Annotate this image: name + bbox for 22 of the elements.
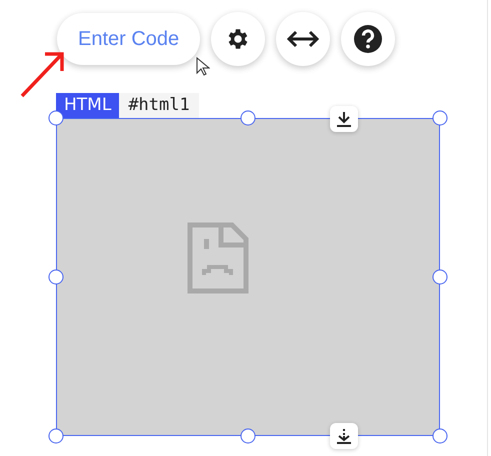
resize-handle[interactable] xyxy=(240,110,256,126)
anchor-button[interactable] xyxy=(330,106,358,132)
help-icon xyxy=(354,25,382,53)
download-icon xyxy=(336,111,352,127)
resize-handle[interactable] xyxy=(432,428,448,444)
double-arrow-icon xyxy=(286,30,320,48)
resize-handle[interactable] xyxy=(48,270,64,284)
cursor-icon xyxy=(196,57,210,76)
broken-page-icon xyxy=(187,222,249,294)
help-button[interactable] xyxy=(341,12,396,66)
resize-handle[interactable] xyxy=(240,428,256,444)
resize-handle[interactable] xyxy=(48,110,64,126)
resize-handle[interactable] xyxy=(432,270,448,284)
enter-code-button[interactable]: Enter Code xyxy=(57,13,200,65)
settings-button[interactable] xyxy=(211,12,266,66)
resize-handle[interactable] xyxy=(432,110,448,126)
anchor-button[interactable] xyxy=(330,423,358,449)
element-type-tag: HTML xyxy=(56,93,120,118)
resize-handle[interactable] xyxy=(48,428,64,444)
stretch-button[interactable] xyxy=(276,12,330,66)
dotted-download-icon xyxy=(336,428,352,444)
element-id-label: #html1 xyxy=(119,93,199,118)
